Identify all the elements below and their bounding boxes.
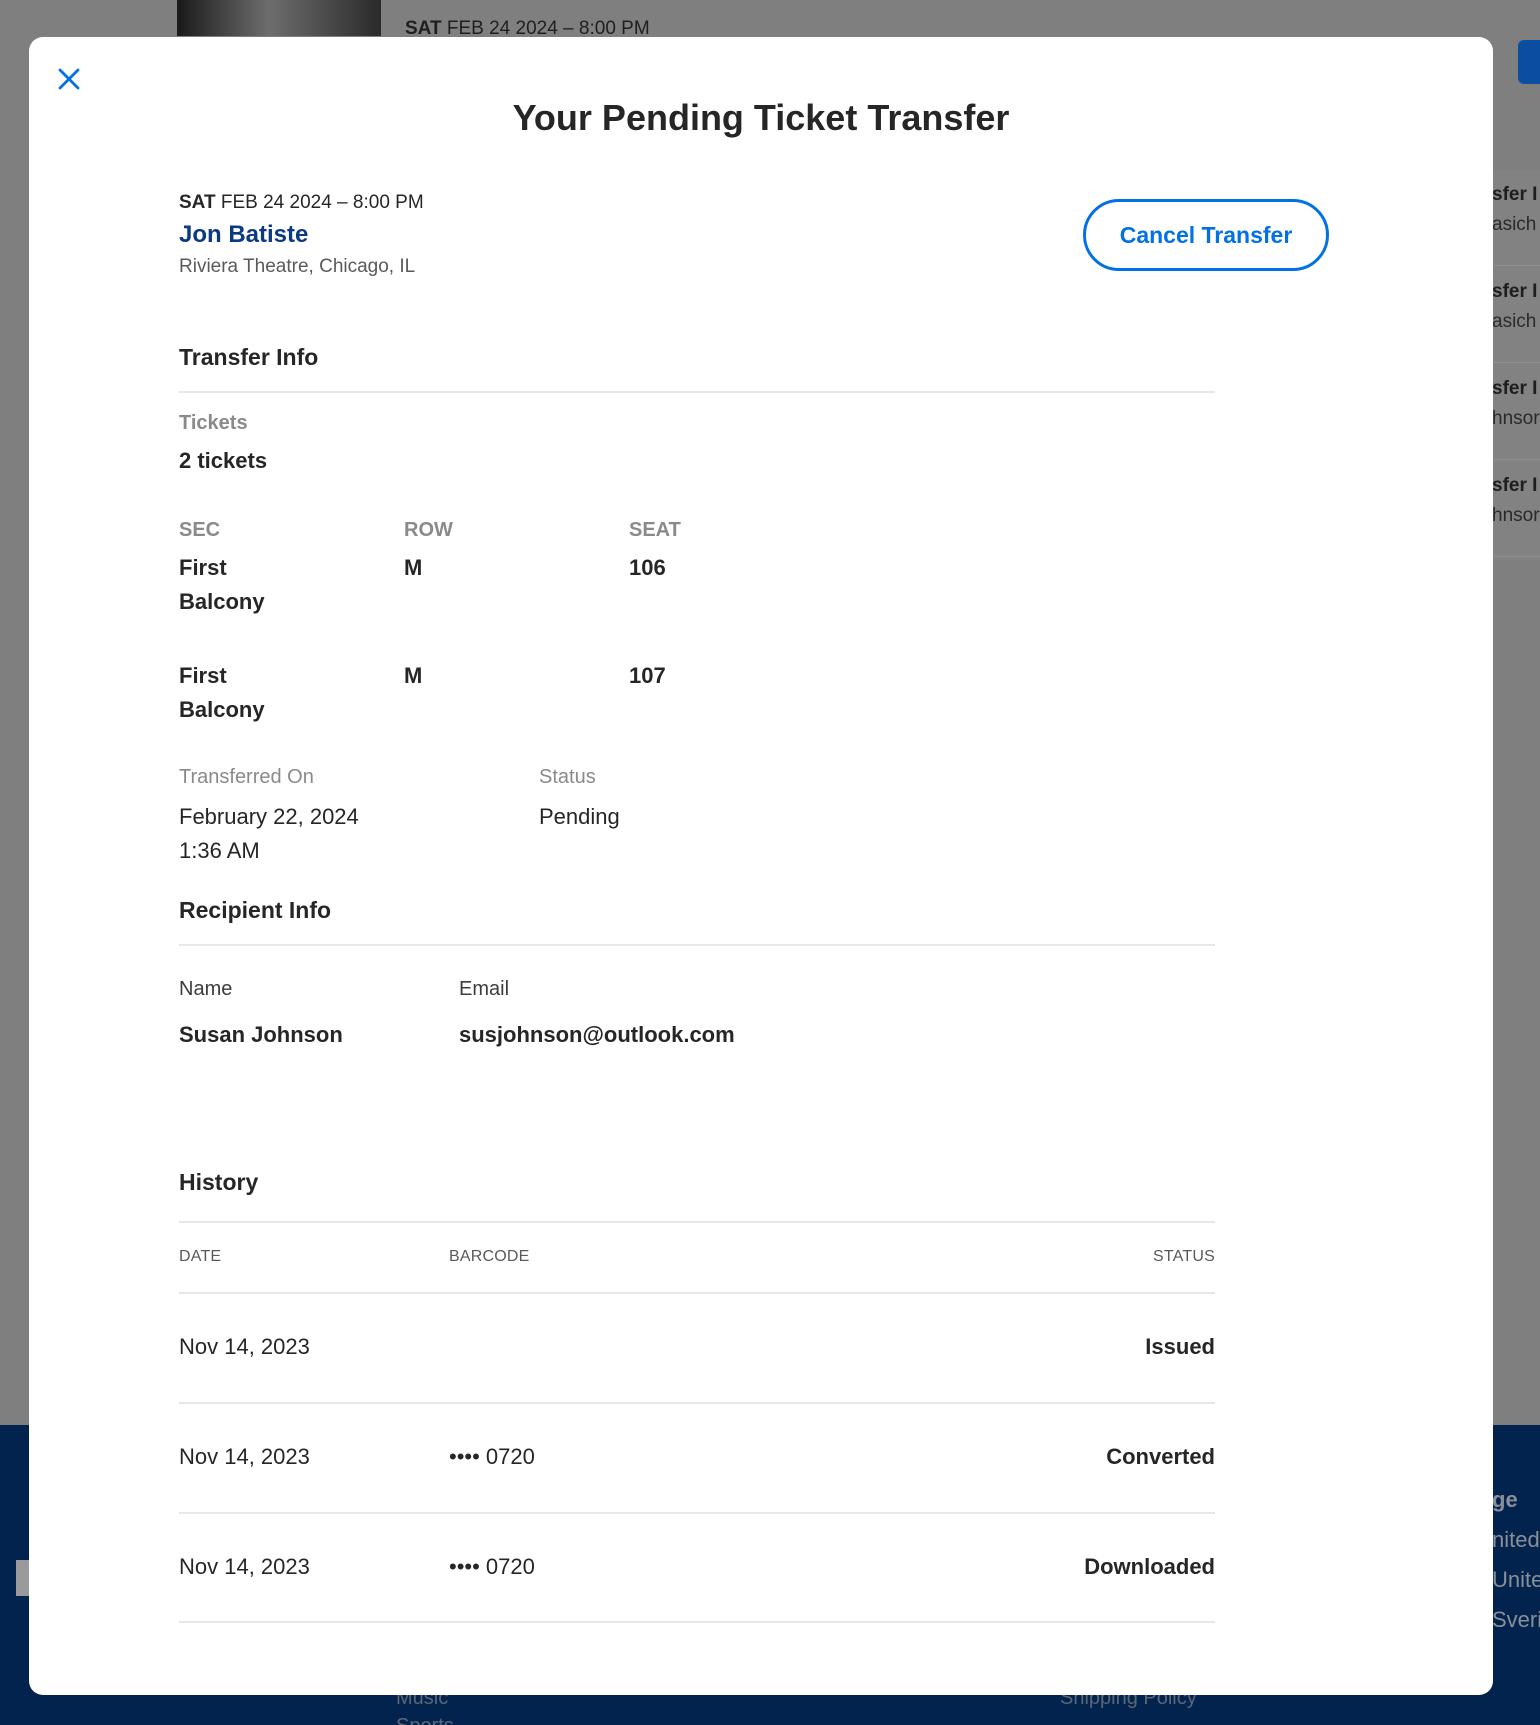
modal-title: Your Pending Ticket Transfer bbox=[512, 97, 1010, 138]
transferred-on-date: February 22, 2024 bbox=[179, 804, 359, 829]
history-barcode-header: BARCODE bbox=[449, 1248, 530, 1265]
seat-number: 106 bbox=[629, 555, 666, 580]
background-footer-widget bbox=[16, 1560, 30, 1596]
seat-section: First Balcony bbox=[179, 663, 265, 722]
background-list-item: sfer I asich bbox=[1492, 170, 1540, 266]
history-status: Downloaded bbox=[1084, 1554, 1215, 1579]
transfer-info-title: Transfer Info bbox=[179, 344, 319, 370]
event-date: SAT FEB 24 2024 – 8:00 PM bbox=[179, 192, 424, 213]
status-label: Status bbox=[539, 766, 596, 788]
recipient-email: susjohnson@outlook.com bbox=[459, 1022, 735, 1047]
close-icon bbox=[58, 68, 80, 90]
footer-heading: ge bbox=[1492, 1487, 1518, 1512]
recipient-email-label: Email bbox=[459, 978, 510, 1000]
history-barcode: •••• 0720 bbox=[449, 1444, 535, 1469]
footer-link: Unite bbox=[1492, 1567, 1540, 1592]
close-button[interactable] bbox=[51, 61, 87, 97]
background-list-item: sfer I hnsor bbox=[1492, 461, 1540, 557]
row-column-label: ROW bbox=[404, 519, 453, 541]
divider bbox=[179, 1221, 1215, 1223]
history-title: History bbox=[179, 1169, 259, 1195]
seat-number: 107 bbox=[629, 663, 666, 688]
tickets-label: Tickets bbox=[179, 412, 248, 434]
history-status: Converted bbox=[1106, 1444, 1215, 1469]
transferred-on-time: 1:36 AM bbox=[179, 838, 260, 863]
footer-link: Sports bbox=[396, 1715, 454, 1725]
footer-link: nited bbox=[1492, 1527, 1540, 1552]
divider bbox=[179, 1292, 1215, 1294]
seat-row: M bbox=[404, 663, 423, 688]
seat-column-label: SEAT bbox=[629, 519, 681, 541]
background-ticket-tab bbox=[1518, 40, 1540, 84]
divider bbox=[179, 1402, 1215, 1404]
recipient-info-title: Recipient Info bbox=[179, 897, 332, 923]
history-date: Nov 14, 2023 bbox=[179, 1554, 310, 1579]
history-status: Issued bbox=[1145, 1334, 1215, 1359]
divider bbox=[179, 391, 1215, 393]
history-status-header: STATUS bbox=[1153, 1248, 1215, 1265]
seat-section: First Balcony bbox=[179, 555, 265, 614]
cancel-transfer-button[interactable]: Cancel Transfer bbox=[1083, 199, 1329, 271]
tickets-count: 2 tickets bbox=[179, 448, 268, 473]
footer-link: Sverig bbox=[1492, 1607, 1540, 1632]
divider bbox=[179, 944, 1215, 946]
pending-transfer-modal: Your Pending Ticket Transfer SAT FEB 24 … bbox=[29, 37, 1493, 1695]
event-thumbnail bbox=[177, 0, 381, 36]
history-barcode: •••• 0720 bbox=[449, 1554, 535, 1579]
recipient-name-label: Name bbox=[179, 978, 233, 1000]
recipient-name: Susan Johnson bbox=[179, 1022, 343, 1047]
history-date-header: DATE bbox=[179, 1248, 222, 1265]
history-date: Nov 14, 2023 bbox=[179, 1334, 310, 1359]
event-venue: Riviera Theatre, Chicago, IL bbox=[179, 256, 416, 277]
divider bbox=[179, 1512, 1215, 1514]
history-date: Nov 14, 2023 bbox=[179, 1444, 310, 1469]
sec-column-label: SEC bbox=[179, 519, 221, 541]
background-list-item: sfer I asich bbox=[1492, 267, 1540, 363]
seat-row: M bbox=[404, 555, 423, 580]
status-value: Pending bbox=[539, 804, 620, 829]
background-list-item: sfer I hnsor bbox=[1492, 364, 1540, 460]
divider bbox=[179, 1621, 1215, 1623]
event-name[interactable]: Jon Batiste bbox=[179, 221, 308, 249]
transferred-on-label: Transferred On bbox=[179, 766, 314, 788]
